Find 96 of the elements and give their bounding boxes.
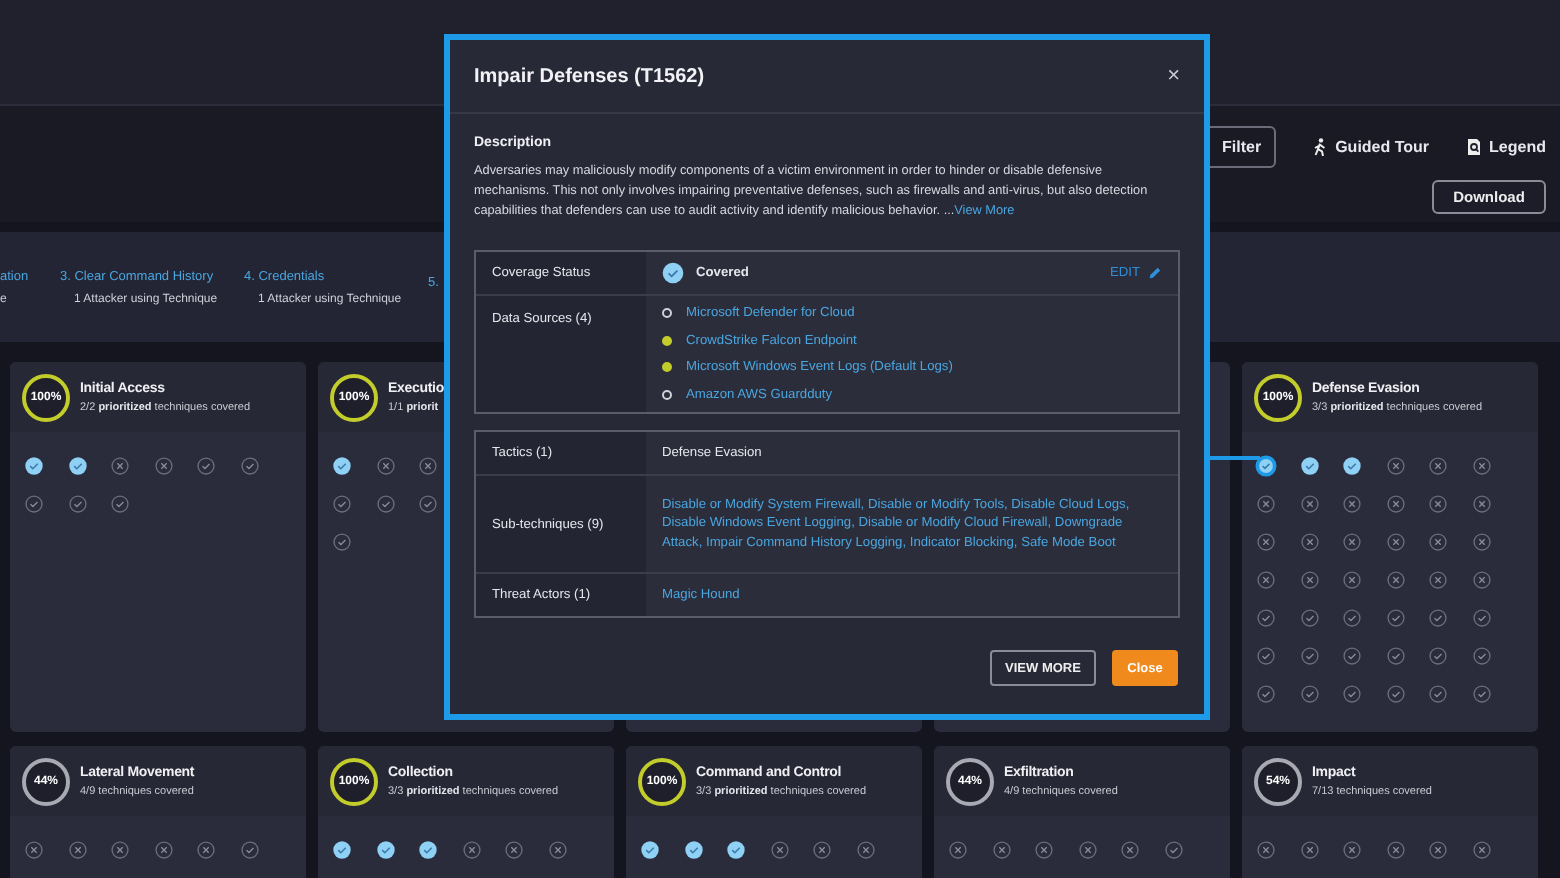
cross-circle-icon[interactable]: [1297, 530, 1321, 554]
check-circle-icon[interactable]: [1297, 454, 1321, 478]
check-circle-icon[interactable]: [108, 492, 132, 516]
cross-circle-icon[interactable]: [108, 838, 132, 862]
check-circle-icon[interactable]: [416, 492, 440, 516]
check-circle-icon[interactable]: [1254, 454, 1278, 478]
check-circle-icon[interactable]: [373, 492, 397, 516]
check-circle-icon[interactable]: [1469, 606, 1493, 630]
cross-circle-icon[interactable]: [1469, 838, 1493, 862]
check-circle-icon[interactable]: [1426, 644, 1450, 668]
cross-circle-icon[interactable]: [1426, 454, 1450, 478]
check-circle-icon[interactable]: [1383, 606, 1407, 630]
cross-circle-icon[interactable]: [194, 838, 218, 862]
cross-circle-icon[interactable]: [1297, 568, 1321, 592]
check-circle-icon[interactable]: [65, 492, 89, 516]
cross-circle-icon[interactable]: [1340, 530, 1364, 554]
check-circle-icon[interactable]: [22, 492, 46, 516]
cross-circle-icon[interactable]: [22, 838, 46, 862]
cross-circle-icon[interactable]: [1426, 838, 1450, 862]
check-circle-icon[interactable]: [1383, 682, 1407, 706]
check-circle-icon[interactable]: [1340, 606, 1364, 630]
cross-circle-icon[interactable]: [1383, 568, 1407, 592]
check-circle-icon[interactable]: [373, 838, 397, 862]
cross-circle-icon[interactable]: [1340, 568, 1364, 592]
cross-circle-icon[interactable]: [108, 454, 132, 478]
guided-tour-button[interactable]: Guided Tour: [1311, 138, 1430, 156]
check-circle-icon[interactable]: [1297, 644, 1321, 668]
check-circle-icon[interactable]: [1383, 644, 1407, 668]
cross-circle-icon[interactable]: [946, 838, 970, 862]
cross-circle-icon[interactable]: [1426, 492, 1450, 516]
check-circle-icon[interactable]: [1161, 838, 1185, 862]
legend-button[interactable]: Legend: [1465, 138, 1546, 156]
check-circle-icon[interactable]: [330, 530, 354, 554]
walking-person-icon: [1311, 138, 1328, 156]
cross-circle-icon[interactable]: [1469, 568, 1493, 592]
check-circle-icon[interactable]: [237, 454, 261, 478]
check-circle-icon[interactable]: [330, 454, 354, 478]
cross-circle-icon[interactable]: [1383, 492, 1407, 516]
check-circle-icon[interactable]: [1297, 606, 1321, 630]
cross-circle-icon[interactable]: [545, 838, 569, 862]
check-circle-icon[interactable]: [65, 454, 89, 478]
check-circle-icon: [662, 262, 684, 284]
check-circle-icon[interactable]: [237, 838, 261, 862]
cross-circle-icon[interactable]: [1469, 454, 1493, 478]
cross-circle-icon[interactable]: [1340, 838, 1364, 862]
check-circle-icon[interactable]: [1426, 682, 1450, 706]
check-circle-icon[interactable]: [681, 838, 705, 862]
check-circle-icon[interactable]: [416, 838, 440, 862]
cross-circle-icon[interactable]: [1469, 530, 1493, 554]
check-circle-icon[interactable]: [638, 838, 662, 862]
document-search-icon: [1465, 138, 1482, 156]
cross-circle-icon[interactable]: [1426, 530, 1450, 554]
cross-circle-icon[interactable]: [502, 838, 526, 862]
cross-circle-icon[interactable]: [1254, 530, 1278, 554]
check-circle-icon[interactable]: [194, 454, 218, 478]
cross-circle-icon[interactable]: [1254, 492, 1278, 516]
cross-circle-icon[interactable]: [1340, 492, 1364, 516]
cross-circle-icon[interactable]: [1075, 838, 1099, 862]
cross-circle-icon[interactable]: [1297, 838, 1321, 862]
cross-circle-icon[interactable]: [1383, 530, 1407, 554]
cross-circle-icon[interactable]: [1383, 454, 1407, 478]
check-circle-icon[interactable]: [1426, 606, 1450, 630]
cross-circle-icon[interactable]: [65, 838, 89, 862]
cross-circle-icon[interactable]: [459, 838, 483, 862]
pencil-icon: [1148, 266, 1162, 280]
cross-circle-icon[interactable]: [767, 838, 791, 862]
cross-circle-icon[interactable]: [1469, 492, 1493, 516]
cross-circle-icon[interactable]: [416, 454, 440, 478]
check-circle-icon[interactable]: [330, 838, 354, 862]
check-circle-icon[interactable]: [1340, 454, 1364, 478]
cross-circle-icon[interactable]: [1297, 492, 1321, 516]
check-circle-icon[interactable]: [724, 838, 748, 862]
cross-circle-icon[interactable]: [1254, 838, 1278, 862]
check-circle-icon[interactable]: [1469, 682, 1493, 706]
cross-circle-icon[interactable]: [373, 454, 397, 478]
check-circle-icon[interactable]: [1254, 606, 1278, 630]
check-circle-icon[interactable]: [22, 454, 46, 478]
cross-circle-icon[interactable]: [1254, 568, 1278, 592]
check-circle-icon[interactable]: [330, 492, 354, 516]
cross-circle-icon[interactable]: [151, 454, 175, 478]
cross-circle-icon[interactable]: [810, 838, 834, 862]
check-circle-icon[interactable]: [1254, 644, 1278, 668]
check-circle-icon[interactable]: [1254, 682, 1278, 706]
check-circle-icon[interactable]: [1340, 644, 1364, 668]
cross-circle-icon[interactable]: [151, 838, 175, 862]
cross-circle-icon[interactable]: [853, 838, 877, 862]
cross-circle-icon[interactable]: [1032, 838, 1056, 862]
check-circle-icon[interactable]: [1297, 682, 1321, 706]
dialog-title: Impair Defenses (T1562): [474, 65, 705, 87]
close-button[interactable]: ×: [1167, 64, 1180, 88]
check-circle-icon[interactable]: [1340, 682, 1364, 706]
cross-circle-icon[interactable]: [1383, 838, 1407, 862]
cross-circle-icon[interactable]: [1426, 568, 1450, 592]
cross-circle-icon[interactable]: [989, 838, 1013, 862]
cross-circle-icon[interactable]: [1118, 838, 1142, 862]
check-circle-icon[interactable]: [1469, 644, 1493, 668]
